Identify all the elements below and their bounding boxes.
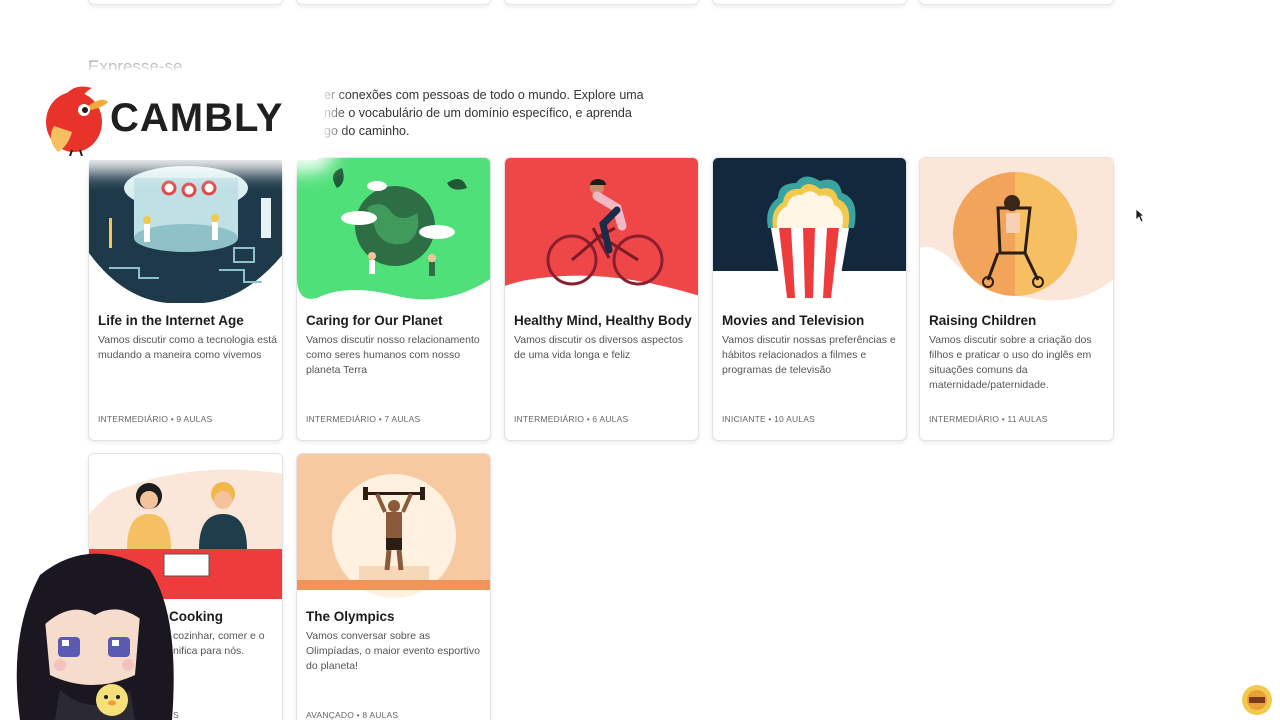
stroller-illustration — [920, 158, 1113, 303]
course-title: Movies and Television — [722, 313, 865, 328]
course-card-healthy-mind[interactable]: Healthy Mind, Healthy Body Vamos discuti… — [504, 157, 699, 441]
course-description: Vamos conversar sobre as Olimpíadas, o m… — [306, 630, 480, 672]
course-card-olympics[interactable]: The Olympics Vamos conversar sobre as Ol… — [296, 453, 491, 720]
internet-age-illustration — [89, 158, 282, 303]
course-meta: INTERMEDIÁRIO • 11 AULAS — [929, 414, 1048, 424]
course-description: Vamos discutir os diversos aspectos de u… — [514, 334, 684, 361]
course-card-raising-children[interactable]: Raising Children Vamos discutir sobre a … — [919, 157, 1114, 441]
course-card-internet-age[interactable]: Life in the Internet Age Vamos discutir … — [88, 157, 283, 441]
course-meta: INTERMEDIÁRIO • 7 AULAS — [306, 414, 421, 424]
cambly-logo-text: CAMBLY — [110, 96, 284, 140]
course-description: Vamos discutir sobre a criação dos filho… — [929, 334, 1092, 391]
course-description: Vamos discutir nossas preferências e háb… — [722, 334, 896, 376]
course-meta: INICIANTE • 10 AULAS — [722, 414, 815, 424]
course-title: Caring for Our Planet — [306, 313, 443, 328]
course-description: Vamos discutir como a tecnologia está mu… — [98, 334, 277, 361]
course-card-caring-planet[interactable]: Caring for Our Planet Vamos discutir nos… — [296, 157, 491, 441]
course-card-movies-tv[interactable]: Movies and Television Vamos discutir nos… — [712, 157, 907, 441]
previous-course-card[interactable] — [504, 0, 699, 5]
previous-course-card[interactable] — [88, 0, 283, 5]
weightlifter-illustration — [297, 454, 490, 599]
course-title: Life in the Internet Age — [98, 313, 244, 328]
course-description: Vamos discutir nosso relacionamento como… — [306, 334, 480, 376]
channel-watermark-icon — [1242, 685, 1272, 715]
previous-course-card[interactable] — [712, 0, 907, 5]
previous-course-card[interactable] — [919, 0, 1114, 5]
streamer-avatar-overlay — [16, 553, 174, 720]
course-meta: AVANÇADO • 8 AULAS — [306, 710, 399, 720]
previous-course-card[interactable] — [296, 0, 491, 5]
course-meta: INTERMEDIÁRIO • 9 AULAS — [98, 414, 213, 424]
course-title: Raising Children — [929, 313, 1037, 328]
mouse-cursor-icon — [1135, 208, 1145, 223]
popcorn-illustration — [713, 158, 906, 303]
course-description: cozinhar, comer e o nifica para nós. — [173, 630, 265, 657]
planet-earth-illustration — [297, 158, 490, 303]
cambly-bird-icon — [46, 86, 108, 156]
course-meta: INTERMEDIÁRIO • 6 AULAS — [514, 414, 629, 424]
course-title: The Olympics — [306, 609, 395, 624]
course-title: Healthy Mind, Healthy Body — [514, 313, 692, 328]
cyclist-illustration — [505, 158, 698, 303]
